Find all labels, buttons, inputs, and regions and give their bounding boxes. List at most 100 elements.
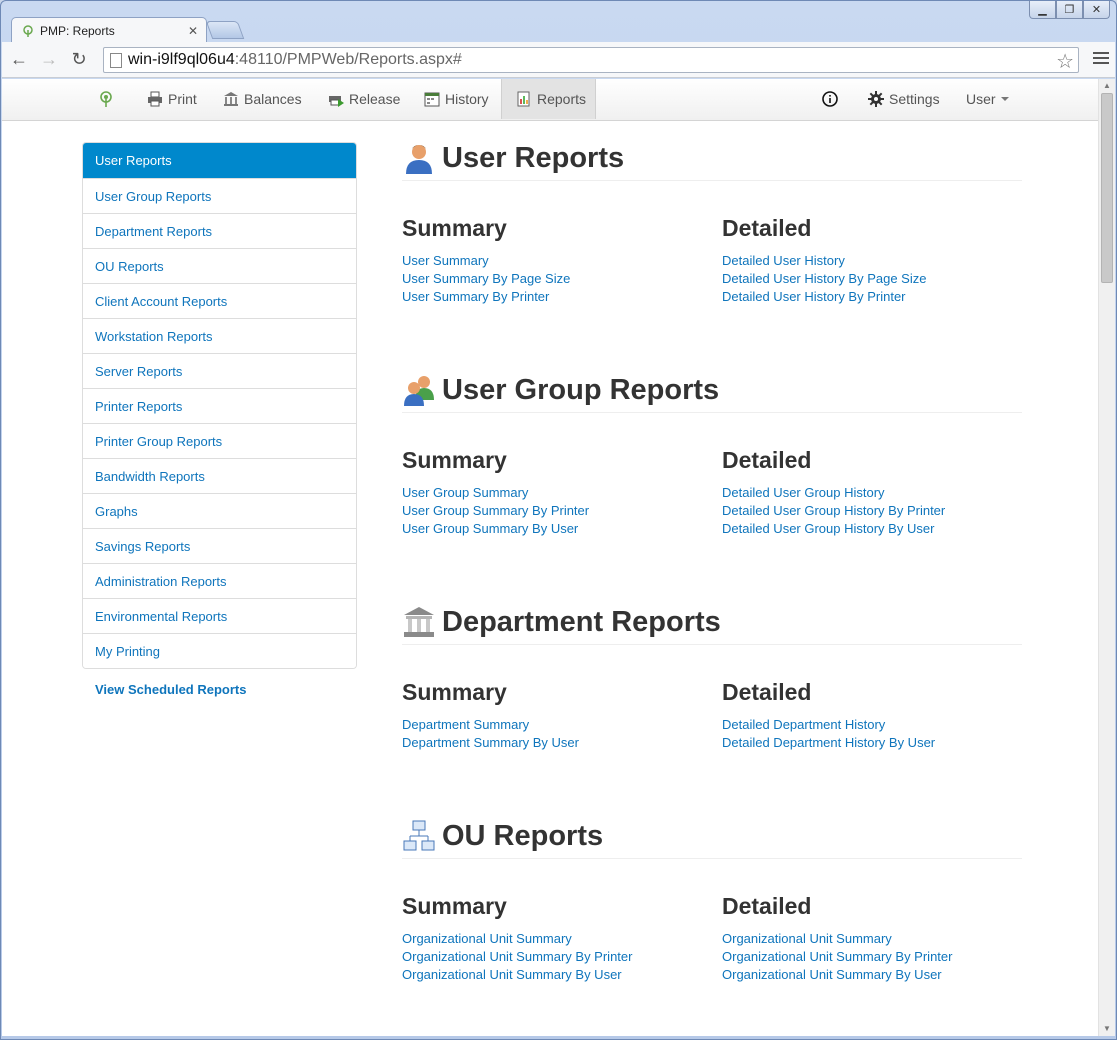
scroll-up-icon[interactable]: ▲ <box>1099 79 1115 93</box>
user-icon <box>406 145 432 174</box>
section-department-reports: Department Reports Summary Department Su… <box>402 600 1022 789</box>
section-header: User Group Reports <box>402 368 1022 413</box>
detailed-heading: Detailed <box>722 447 812 473</box>
report-link[interactable]: Detailed User Group History <box>722 484 1022 502</box>
report-link[interactable]: Detailed User History By Page Size <box>722 270 1022 288</box>
user-group-icon <box>404 376 434 406</box>
nav-print-label: Print <box>168 91 197 107</box>
report-link[interactable]: Department Summary <box>402 716 702 734</box>
chevron-down-icon <box>1000 97 1009 101</box>
maximize-icon[interactable]: ❐ <box>1056 1 1083 19</box>
report-link[interactable]: Detailed User Group History By User <box>722 520 1022 538</box>
detailed-column: Detailed Organizational Unit Summary Org… <box>722 893 1022 984</box>
report-link[interactable]: Department Summary By User <box>402 734 702 752</box>
browser-tab-active[interactable]: PMP: Reports ✕ <box>11 17 207 43</box>
report-link[interactable]: Detailed User History <box>722 252 1022 270</box>
section-header: OU Reports <box>402 814 1022 859</box>
report-link[interactable]: Organizational Unit Summary <box>722 930 1022 948</box>
nav-release[interactable]: Release <box>328 79 400 119</box>
browser-menu-icon[interactable] <box>1093 50 1109 66</box>
sidebar-item-user-group-reports[interactable]: User Group Reports <box>83 178 356 213</box>
summary-column: Summary User Summary User Summary By Pag… <box>402 215 702 306</box>
scrollbar-thumb[interactable] <box>1101 93 1113 283</box>
sidebar-item-user-reports[interactable]: User Reports <box>83 143 356 178</box>
view-scheduled-reports-link[interactable]: View Scheduled Reports <box>95 682 246 697</box>
report-link[interactable]: User Summary By Page Size <box>402 270 702 288</box>
close-tab-icon[interactable]: ✕ <box>188 24 198 38</box>
nav-print[interactable]: Print <box>147 79 197 119</box>
report-link[interactable]: Organizational Unit Summary <box>402 930 702 948</box>
nav-reports[interactable]: Reports <box>501 79 596 119</box>
detailed-heading: Detailed <box>722 215 812 241</box>
sidebar-item-printer-reports[interactable]: Printer Reports <box>83 388 356 423</box>
release-printer-icon <box>329 96 344 107</box>
detailed-heading: Detailed <box>722 893 812 919</box>
calendar-icon <box>424 92 440 107</box>
report-link[interactable]: User Summary By Printer <box>402 288 702 306</box>
nav-settings[interactable]: Settings <box>868 79 940 119</box>
vertical-scrollbar[interactable]: ▲ ▼ <box>1098 79 1115 1036</box>
gear-icon <box>868 91 884 107</box>
report-link[interactable]: Detailed Department History By User <box>722 734 1022 752</box>
page-viewport: Print Balances Release History Reports S… <box>2 79 1115 1036</box>
new-tab-button[interactable] <box>205 21 245 39</box>
report-link[interactable]: User Group Summary By Printer <box>402 502 702 520</box>
report-link[interactable]: User Summary <box>402 252 702 270</box>
nav-balances[interactable]: Balances <box>223 79 302 119</box>
department-icon <box>404 607 434 637</box>
sidebar-item-department-reports[interactable]: Department Reports <box>83 213 356 248</box>
summary-heading: Summary <box>402 215 507 241</box>
report-link[interactable]: Detailed User History By Printer <box>722 288 1022 306</box>
sidebar-item-administration-reports[interactable]: Administration Reports <box>83 563 356 598</box>
scroll-down-icon[interactable]: ▼ <box>1099 1022 1115 1036</box>
back-icon[interactable]: ← <box>6 47 32 73</box>
printer-icon <box>148 91 162 107</box>
detailed-column: Detailed Detailed User History Detailed … <box>722 215 1022 306</box>
report-link[interactable]: Organizational Unit Summary By User <box>402 966 702 984</box>
report-link[interactable]: Organizational Unit Summary By User <box>722 966 1022 984</box>
report-link[interactable]: Detailed User Group History By Printer <box>722 502 1022 520</box>
sidebar-item-ou-reports[interactable]: OU Reports <box>83 248 356 283</box>
sidebar-item-workstation-reports[interactable]: Workstation Reports <box>83 318 356 353</box>
minimize-icon[interactable]: ▁ <box>1029 1 1056 19</box>
browser-toolbar: ← → ↻ win-i9lf9ql06u4:48110/PMPWeb/Repor… <box>2 42 1115 78</box>
reload-icon[interactable]: ↻ <box>66 47 92 73</box>
user-dropdown[interactable]: User <box>966 79 1009 119</box>
report-link[interactable]: Detailed Department History <box>722 716 1022 734</box>
bookmark-star-icon[interactable]: ☆ <box>1056 49 1074 74</box>
sidebar-item-savings-reports[interactable]: Savings Reports <box>83 528 356 563</box>
report-link[interactable]: User Group Summary <box>402 484 702 502</box>
sidebar-item-my-printing[interactable]: My Printing <box>83 633 356 668</box>
sidebar-item-client-account-reports[interactable]: Client Account Reports <box>83 283 356 318</box>
home-logo[interactable] <box>98 79 119 119</box>
forward-icon[interactable]: → <box>36 47 62 73</box>
sidebar-item-server-reports[interactable]: Server Reports <box>83 353 356 388</box>
detailed-column: Detailed Detailed User Group History Det… <box>722 447 1022 538</box>
section-title: Department Reports <box>442 605 721 638</box>
close-window-icon[interactable]: ✕ <box>1083 1 1110 19</box>
pmp-logo-icon <box>100 91 112 107</box>
sidebar-item-environmental-reports[interactable]: Environmental Reports <box>83 598 356 633</box>
report-link[interactable]: Organizational Unit Summary By Printer <box>722 948 1022 966</box>
page-icon <box>110 52 122 68</box>
report-link[interactable]: User Group Summary By User <box>402 520 702 538</box>
sidebar-item-graphs[interactable]: Graphs <box>83 493 356 528</box>
info-icon <box>822 91 838 107</box>
sidebar-item-printer-group-reports[interactable]: Printer Group Reports <box>83 423 356 458</box>
info-button[interactable] <box>822 79 843 119</box>
detailed-heading: Detailed <box>722 679 812 705</box>
address-bar[interactable]: win-i9lf9ql06u4:48110/PMPWeb/Reports.asp… <box>103 47 1079 73</box>
section-header: Department Reports <box>402 600 1022 645</box>
window-controls: ▁ ❐ ✕ <box>1029 1 1110 19</box>
tab-strip: PMP: Reports ✕ ▁ ❐ ✕ <box>1 1 1116 43</box>
summary-column: Summary Organizational Unit Summary Orga… <box>402 893 702 984</box>
nav-history-label: History <box>445 91 489 107</box>
section-title: User Reports <box>442 141 625 174</box>
nav-settings-label: Settings <box>889 91 940 107</box>
sidebar-item-bandwidth-reports[interactable]: Bandwidth Reports <box>83 458 356 493</box>
report-link[interactable]: Organizational Unit Summary By Printer <box>402 948 702 966</box>
summary-heading: Summary <box>402 447 507 473</box>
org-chart-icon <box>403 820 435 851</box>
nav-history[interactable]: History <box>424 79 489 119</box>
nav-reports-label: Reports <box>537 91 587 107</box>
